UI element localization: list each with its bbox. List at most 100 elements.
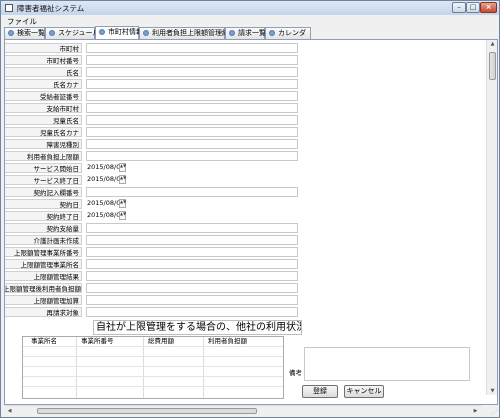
text-field[interactable]	[86, 151, 298, 161]
text-field[interactable]	[86, 307, 298, 317]
field-label: 契約日	[5, 199, 82, 209]
minimize-button[interactable]: –	[452, 2, 466, 13]
text-field[interactable]	[86, 79, 298, 89]
date-spinner-icon[interactable]: ▲▼	[119, 211, 126, 220]
field-label: 介護計画未作成	[5, 235, 82, 245]
scroll-thumb[interactable]	[37, 408, 257, 414]
maximize-button[interactable]: □	[466, 2, 480, 13]
text-field[interactable]	[86, 67, 298, 77]
text-field[interactable]	[86, 115, 298, 125]
tab-strip: 検索一覧 スケジュール 市町村情報 利用者負担上限額管理結果票 請求一覧 カレン…	[4, 26, 499, 39]
tab-globe-icon	[99, 29, 105, 35]
tab-globe-icon	[229, 30, 235, 36]
text-field[interactable]	[86, 235, 298, 245]
text-field[interactable]	[86, 187, 298, 197]
remarks-label: 備考	[289, 369, 302, 377]
field-label: 上限額管理結果	[5, 271, 82, 281]
field-label: 障害児種別	[5, 139, 82, 149]
app-window: 障害者福祉システム – □ × ファイル 検索一覧 スケジュール 市町村情報 利…	[0, 0, 500, 418]
cancel-button[interactable]: キャンセル	[344, 385, 384, 398]
menu-bar: ファイル	[1, 15, 499, 26]
field-label: 契約支給量	[5, 223, 82, 233]
scroll-up-icon[interactable]: ▲	[487, 41, 497, 47]
field-label: サービス開始日	[5, 163, 82, 173]
window-title: 障害者福祉システム	[17, 4, 85, 13]
scroll-thumb[interactable]	[489, 52, 496, 80]
field-label: 市町村番号	[5, 55, 82, 65]
title-bar: 障害者福祉システム – □ ×	[1, 1, 499, 15]
table-row	[23, 346, 283, 347]
horizontal-scrollbar[interactable]: ◀ ▶	[4, 405, 482, 416]
remarks-field[interactable]	[304, 347, 470, 381]
tab-label: カレンダ	[278, 29, 306, 37]
date-spinner-icon[interactable]: ▲▼	[119, 163, 126, 172]
column-header[interactable]: 利用者負担額	[208, 337, 247, 346]
other-provider-usage-heading: 自社が上限管理をする場合の、他社の利用状況	[93, 320, 302, 335]
text-field[interactable]	[86, 271, 298, 281]
text-field[interactable]	[86, 91, 298, 101]
tab-label: 請求一覧	[238, 29, 266, 37]
text-field[interactable]	[86, 103, 298, 113]
municipality-info-panel: 市町村市町村番号氏名氏名カナ受給者証番号 支給市町村児童氏名児童氏名カナ 障害児種別…	[4, 39, 498, 405]
tab-globe-icon	[8, 30, 14, 36]
date-spinner-icon[interactable]: ▲▼	[119, 199, 126, 208]
tab-label: スケジュール	[58, 29, 100, 37]
tab-municipality-info[interactable]: 市町村情報	[95, 26, 143, 39]
text-field[interactable]	[86, 55, 298, 65]
column-header[interactable]: 事業所番号	[81, 337, 114, 346]
field-label: 契約終了日	[5, 211, 82, 221]
other-provider-usage-grid[interactable]: 事業所名 事業所番号 総費用額 利用者負担額	[22, 336, 284, 399]
field-label: 上限額管理加算	[5, 295, 82, 305]
tab-billing-list[interactable]: 請求一覧	[225, 27, 266, 39]
scroll-right-icon[interactable]: ▶	[470, 408, 481, 414]
text-field[interactable]	[86, 223, 298, 233]
field-label: 上限額管理事業所番号	[5, 247, 82, 257]
app-icon	[5, 4, 13, 12]
tab-cap-management-result[interactable]: 利用者負担上限額管理結果票	[139, 27, 243, 39]
field-label: 契約記入欄番号	[5, 187, 82, 197]
tab-label: 検索一覧	[17, 29, 45, 37]
register-button[interactable]: 登録	[302, 385, 338, 398]
resize-grip-icon[interactable]: ⋰	[491, 409, 499, 417]
field-label: 受給者証番号	[5, 91, 82, 101]
table-row	[23, 376, 283, 377]
close-button[interactable]: ×	[480, 2, 497, 13]
table-row	[23, 366, 283, 367]
field-label: 再請求対象	[5, 307, 82, 317]
maximize-icon: □	[469, 3, 477, 11]
scroll-down-icon[interactable]: ▼	[487, 388, 497, 394]
table-row	[23, 356, 283, 357]
column-header[interactable]: 事業所名	[31, 337, 57, 346]
close-icon: ×	[485, 3, 492, 11]
table-row	[23, 386, 283, 387]
field-label: サービス終了日	[5, 175, 82, 185]
text-field[interactable]	[86, 43, 298, 53]
field-label: 児童氏名カナ	[5, 127, 82, 137]
field-label: 氏名	[5, 67, 82, 77]
tab-schedule[interactable]: スケジュール	[45, 27, 100, 39]
field-label: 児童氏名	[5, 115, 82, 125]
tab-label: 市町村情報	[108, 28, 143, 36]
field-label: 利用者負担上限額	[5, 151, 82, 161]
text-field[interactable]	[86, 283, 298, 293]
field-label: 上限額管理後利用者負担額	[4, 283, 82, 293]
text-field[interactable]	[86, 139, 298, 149]
field-label: 氏名カナ	[5, 79, 82, 89]
field-label: 支給市町村	[5, 103, 82, 113]
column-header[interactable]: 総費用額	[148, 337, 174, 346]
tab-globe-icon	[269, 30, 275, 36]
date-spinner-icon[interactable]: ▲▼	[119, 175, 126, 184]
minimize-icon: –	[457, 3, 461, 11]
field-label: 市町村	[5, 43, 82, 53]
text-field[interactable]	[86, 259, 298, 269]
scroll-left-icon[interactable]: ◀	[4, 408, 15, 414]
tab-search-list[interactable]: 検索一覧	[4, 27, 45, 39]
vertical-scrollbar[interactable]: ▲ ▼	[486, 40, 497, 395]
field-label: 上限額管理事業所名	[5, 259, 82, 269]
tab-calendar[interactable]: カレンダ	[265, 27, 311, 39]
text-field[interactable]	[86, 295, 298, 305]
tab-globe-icon	[143, 30, 149, 36]
text-field[interactable]	[86, 247, 298, 257]
text-field[interactable]	[86, 127, 298, 137]
tab-globe-icon	[49, 30, 55, 36]
